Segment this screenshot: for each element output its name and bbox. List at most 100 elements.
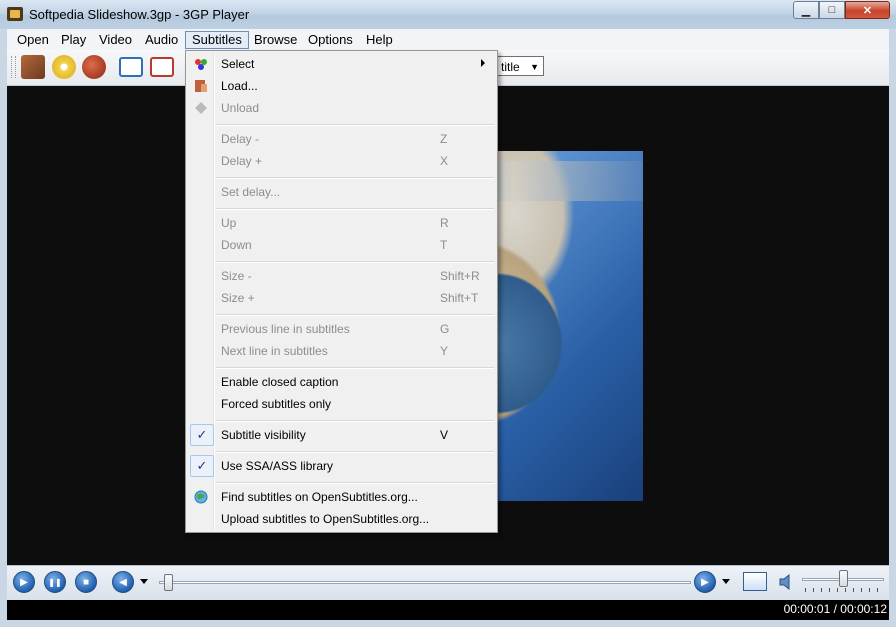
load-subtitle-icon [195, 80, 207, 92]
menu-item-label: Find subtitles on OpenSubtitles.org... [221, 490, 418, 504]
subtitles-menu: Select Load... Unload Delay - Z Delay + … [185, 50, 498, 533]
menu-item-label: Size + [221, 291, 255, 305]
menu-item-size-plus[interactable]: Size + Shift+T [188, 287, 495, 309]
menu-item-shortcut: G [440, 322, 450, 336]
select-subtitle-icon [195, 59, 207, 70]
menu-subtitles[interactable]: Subtitles [185, 31, 249, 49]
maximize-button[interactable]: □ [819, 1, 845, 19]
title-bar[interactable]: Softpedia Slideshow.3gp - 3GP Player ▁ □… [0, 0, 896, 29]
menu-item-label: Select [221, 57, 255, 71]
window-title: Softpedia Slideshow.3gp - 3GP Player [29, 7, 250, 22]
menu-item-closed-caption[interactable]: Enable closed caption [188, 371, 495, 393]
menu-separator [216, 177, 494, 179]
menu-item-label: Upload subtitles to OpenSubtitles.org... [221, 512, 430, 526]
menu-play[interactable]: Play [55, 31, 92, 49]
menu-separator [216, 420, 494, 422]
volume-ticks [805, 588, 885, 592]
menu-item-size-minus[interactable]: Size - Shift+R [188, 265, 495, 287]
menu-separator [216, 208, 494, 210]
menu-item-upload-subtitles[interactable]: Upload subtitles to OpenSubtitles.org... [188, 508, 495, 530]
compact-mode-icon[interactable] [119, 57, 143, 77]
pause-button[interactable]: ❚❚ [44, 571, 66, 593]
open-file-icon[interactable] [21, 55, 45, 79]
menu-options[interactable]: Options [302, 31, 359, 49]
menu-item-shortcut: X [440, 154, 449, 168]
open-url-icon[interactable] [82, 55, 106, 79]
menu-audio[interactable]: Audio [139, 31, 184, 49]
forward-button[interactable]: ▶ [694, 571, 716, 593]
unload-subtitle-icon [195, 102, 207, 114]
menu-item-label: Delay + [221, 154, 263, 168]
menu-item-delay-minus[interactable]: Delay - Z [188, 128, 495, 150]
seek-handle[interactable] [164, 574, 173, 591]
menu-help[interactable]: Help [360, 31, 399, 49]
menu-separator [216, 451, 494, 453]
menu-item-label: Next line in subtitles [221, 344, 328, 358]
subtitle-track-value: title [501, 60, 520, 74]
subtitle-track-combo[interactable]: title ▼ [496, 56, 544, 76]
menu-item-ssa-library[interactable]: ✓ Use SSA/ASS library [188, 455, 495, 477]
fullscreen-button[interactable] [743, 572, 767, 591]
menu-item-up[interactable]: Up R [188, 212, 495, 234]
menu-item-label: Up [221, 216, 237, 230]
window-controls: ▁ □ ✕ [793, 1, 890, 20]
menu-item-label: Delay - [221, 132, 260, 146]
menu-item-label: Use SSA/ASS library [221, 459, 334, 473]
menu-item-load[interactable]: Load... [188, 75, 495, 97]
checkmark-icon: ✓ [190, 455, 214, 477]
menu-item-label: Load... [221, 79, 258, 93]
menu-item-forced-subtitles[interactable]: Forced subtitles only [188, 393, 495, 415]
time-display: 00:00:01 / 00:00:12 [783, 602, 887, 616]
close-button[interactable]: ✕ [845, 1, 890, 19]
menu-item-delay-plus[interactable]: Delay + X [188, 150, 495, 172]
menu-item-find-subtitles[interactable]: Find subtitles on OpenSubtitles.org... [188, 486, 495, 508]
status-bar: 00:00:01 / 00:00:12 [7, 600, 889, 620]
volume-handle[interactable] [839, 570, 848, 587]
minimize-button[interactable]: ▁ [793, 1, 819, 19]
seek-bar[interactable] [159, 581, 691, 584]
menu-item-down[interactable]: Down T [188, 234, 495, 256]
menu-item-label: Size - [221, 269, 252, 283]
volume-icon[interactable] [779, 574, 793, 590]
playback-controls: ▶ ❚❚ ■ ◀ ▶ [7, 565, 889, 600]
menu-item-set-delay[interactable]: Set delay... [188, 181, 495, 203]
rewind-button[interactable]: ◀ [112, 571, 134, 593]
menu-separator [216, 261, 494, 263]
player-window: Softpedia Slideshow.3gp - 3GP Player ▁ □… [0, 0, 896, 627]
menu-item-shortcut: Y [440, 344, 449, 358]
fullscreen-mode-icon[interactable] [150, 57, 174, 77]
menu-separator [216, 124, 494, 126]
rewind-dropdown-icon[interactable] [140, 579, 148, 584]
menu-item-shortcut: V [440, 428, 449, 442]
menu-item-subtitle-visibility[interactable]: ✓ Subtitle visibility V [188, 424, 495, 446]
open-disc-icon[interactable] [52, 55, 76, 79]
app-icon [7, 7, 23, 21]
menu-open[interactable]: Open [11, 31, 55, 49]
menu-item-select[interactable]: Select [188, 53, 495, 75]
menu-item-next-line[interactable]: Next line in subtitles Y [188, 340, 495, 362]
menu-item-previous-line[interactable]: Previous line in subtitles G [188, 318, 495, 340]
forward-dropdown-icon[interactable] [722, 579, 730, 584]
menu-separator [216, 367, 494, 369]
menu-item-shortcut: Z [440, 132, 448, 146]
menu-separator [216, 482, 494, 484]
menu-separator [216, 314, 494, 316]
menu-item-label: Subtitle visibility [221, 428, 306, 442]
chevron-down-icon: ▼ [530, 62, 539, 72]
toolbar-grip[interactable] [11, 56, 16, 78]
globe-icon [194, 490, 208, 504]
checkmark-icon: ✓ [190, 424, 214, 446]
menu-item-shortcut: R [440, 216, 449, 230]
menu-item-label: Down [221, 238, 252, 252]
menu-video[interactable]: Video [93, 31, 138, 49]
stop-button[interactable]: ■ [75, 571, 97, 593]
menu-item-unload[interactable]: Unload [188, 97, 495, 119]
play-button[interactable]: ▶ [13, 571, 35, 593]
menu-item-label: Set delay... [221, 185, 281, 199]
menu-item-label: Enable closed caption [221, 375, 339, 389]
menu-browse[interactable]: Browse [248, 31, 303, 49]
menu-item-shortcut: T [440, 238, 448, 252]
menu-item-shortcut: Shift+T [440, 291, 479, 305]
menu-item-label: Unload [221, 101, 260, 115]
menu-item-label: Previous line in subtitles [221, 322, 350, 336]
